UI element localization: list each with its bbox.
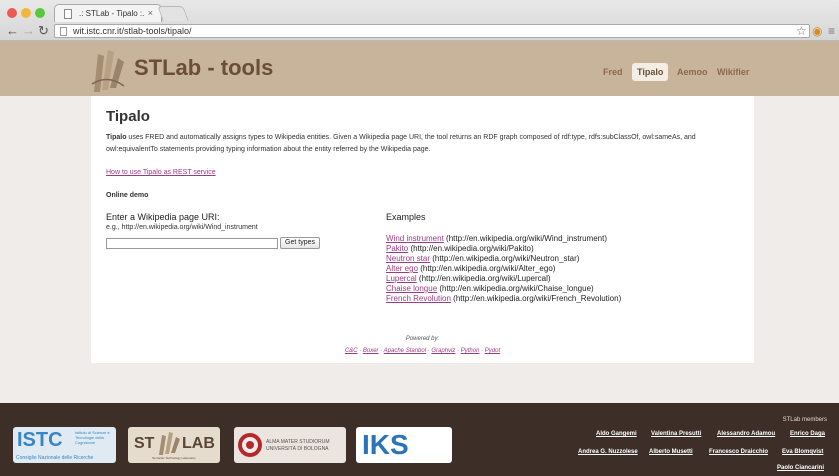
tech-link[interactable]: Pydot — [485, 348, 500, 354]
unibo-text-1: ALMA MATER STUDIORUM — [266, 439, 330, 445]
address-bar[interactable]: wit.istc.cnr.it/stlab-tools/tipalo/ — [54, 24, 810, 38]
tech-link[interactable]: Apache Stanbol — [384, 348, 426, 354]
example-item: Pakito (http://en.wikipedia.org/wiki/Pak… — [386, 244, 621, 254]
browser-chrome: .: STLab - Tipalo :. × ← → ↻ wit.istc.cn… — [0, 0, 839, 41]
forward-icon[interactable]: → — [22, 24, 35, 38]
description-text: uses FRED and automatically assigns type… — [106, 134, 696, 153]
tech-link[interactable]: Python — [461, 348, 480, 354]
member-link[interactable]: Paolo Ciancarini — [777, 465, 824, 471]
example-item: Neutron star (http://en.wikipedia.org/wi… — [386, 254, 621, 264]
example-url: (http://en.wikipedia.org/wiki/Alter_ego) — [420, 264, 556, 273]
example-link[interactable]: Neutron star — [386, 254, 430, 263]
example-link[interactable]: Pakito — [386, 244, 408, 253]
powered-by-label: Powered by: — [405, 336, 440, 342]
member-link[interactable]: Alberto Musetti — [649, 449, 693, 455]
nav-fred[interactable]: Fred — [603, 67, 623, 77]
site-header: STLab - tools Fred Tipalo Aemoo Wikifier — [0, 41, 839, 96]
iks-logo[interactable]: IKS — [356, 427, 452, 463]
example-item: French Revolution (http://en.wikipedia.o… — [386, 294, 621, 304]
istc-institute-text: Istituto di Scienze e Tecnologie della C… — [75, 430, 110, 445]
page-title: Tipalo — [106, 108, 150, 125]
new-tab-button[interactable] — [157, 6, 189, 21]
istc-logo-text: ISTC — [17, 429, 63, 451]
close-window-icon[interactable] — [7, 8, 17, 18]
nav-wikifier[interactable]: Wikifier — [717, 67, 749, 77]
example-item: Wind instrument (http://en.wikipedia.org… — [386, 234, 621, 244]
istc-cnr-logo[interactable]: ISTC Istituto di Scienze e Tecnologie de… — [13, 427, 116, 463]
stlab-logo-st: ST — [134, 435, 155, 452]
example-link[interactable]: Alter ego — [386, 264, 418, 273]
online-demo-heading: Online demo — [106, 192, 149, 199]
stlab-logo-icon — [91, 50, 125, 92]
tab-close-icon[interactable]: × — [148, 8, 153, 18]
example-link[interactable]: Lupercal — [386, 274, 417, 283]
unibo-text-2: UNIVERSITÀ DI BOLOGNA — [266, 446, 329, 452]
page-icon — [60, 27, 67, 36]
member-link[interactable]: Enrico Daga — [790, 431, 825, 437]
example-link[interactable]: Chaise longue — [386, 284, 437, 293]
example-item: Chaise longue (http://en.wikipedia.org/w… — [386, 284, 621, 294]
nav-tipalo[interactable]: Tipalo — [632, 63, 669, 81]
stlab-logo-subtitle: Semantic Technology Laboratory — [152, 456, 196, 460]
brand-title[interactable]: STLab - tools — [134, 55, 273, 81]
example-url: (http://en.wikipedia.org/wiki/Lupercal) — [418, 274, 551, 283]
example-url: (http://en.wikipedia.org/wiki/French_Rev… — [453, 294, 622, 303]
maximize-window-icon[interactable] — [35, 8, 45, 18]
wikipedia-uri-input[interactable] — [106, 238, 278, 249]
page-icon — [64, 9, 72, 19]
stlab-footer-logo[interactable]: ST LAB Semantic Technology Laboratory — [128, 427, 220, 463]
member-link[interactable]: Aldo Gangemi — [596, 431, 637, 437]
unibo-logo[interactable]: ALMA MATER STUDIORUM UNIVERSITÀ DI BOLOG… — [234, 427, 346, 463]
uri-label: Enter a Wikipedia page URI: — [106, 212, 220, 222]
technology-links: C&C · Boxer · Apache Stanbol · Graphviz … — [91, 348, 754, 354]
tech-link[interactable]: C&C — [345, 348, 358, 354]
cnr-text: Consiglio Nazionale delle Ricerche — [16, 455, 94, 461]
uri-example-hint: e.g., http://en.wikipedia.org/wiki/Wind_… — [106, 224, 258, 231]
rest-service-link[interactable]: How to use Tipalo as REST service — [106, 169, 216, 176]
example-item: Alter ego (http://en.wikipedia.org/wiki/… — [386, 264, 621, 274]
menu-icon[interactable]: ≡ — [828, 24, 835, 38]
example-link[interactable]: Wind instrument — [386, 234, 444, 243]
back-icon[interactable]: ← — [6, 24, 19, 38]
member-link[interactable]: Eva Blomqvist — [782, 449, 823, 455]
browser-tab[interactable]: .: STLab - Tipalo :. × — [54, 4, 162, 22]
bookmark-star-icon[interactable]: ☆ — [796, 24, 807, 38]
description-bold-name: Tipalo — [106, 134, 127, 141]
reload-icon[interactable]: ↻ — [38, 24, 49, 38]
example-link[interactable]: French Revolution — [386, 294, 451, 303]
example-url: (http://en.wikipedia.org/wiki/Neutron_st… — [432, 254, 580, 263]
tab-title: .: STLab - Tipalo :. — [79, 9, 145, 18]
minimize-window-icon[interactable] — [21, 8, 31, 18]
iks-logo-text: IKS — [362, 429, 409, 460]
member-link[interactable]: Francesco Draicchio — [709, 449, 768, 455]
members-heading: STLab members — [782, 417, 827, 423]
unibo-seal-icon — [238, 433, 262, 457]
main-content: Tipalo Tipalo uses FRED and automaticall… — [91, 96, 754, 363]
tech-link[interactable]: Graphviz — [431, 348, 455, 354]
member-link[interactable]: Valentina Presutti — [651, 431, 701, 437]
member-link[interactable]: Andrea G. Nuzzolese — [578, 449, 638, 455]
member-link[interactable]: Alessandro Adamou — [717, 431, 775, 437]
stlab-footer-logo-icon — [159, 432, 180, 455]
site-footer: ISTC Istituto di Scienze e Tecnologie de… — [0, 403, 839, 476]
examples-heading: Examples — [386, 212, 426, 222]
tech-link[interactable]: Boxer — [363, 348, 379, 354]
url-text: wit.istc.cnr.it/stlab-tools/tipalo/ — [73, 26, 192, 36]
example-url: (http://en.wikipedia.org/wiki/Pakito) — [410, 244, 534, 253]
nav-aemoo[interactable]: Aemoo — [677, 67, 708, 77]
example-url: (http://en.wikipedia.org/wiki/Wind_instr… — [446, 234, 607, 243]
tool-description: Tipalo uses FRED and automatically assig… — [106, 132, 736, 156]
example-item: Lupercal (http://en.wikipedia.org/wiki/L… — [386, 274, 621, 284]
get-types-button[interactable]: Get types — [280, 237, 320, 249]
stlab-logo-lab: LAB — [182, 435, 215, 452]
extension-icon[interactable]: ◉ — [812, 24, 822, 38]
examples-list: Wind instrument (http://en.wikipedia.org… — [386, 234, 621, 304]
example-url: (http://en.wikipedia.org/wiki/Chaise_lon… — [439, 284, 594, 293]
